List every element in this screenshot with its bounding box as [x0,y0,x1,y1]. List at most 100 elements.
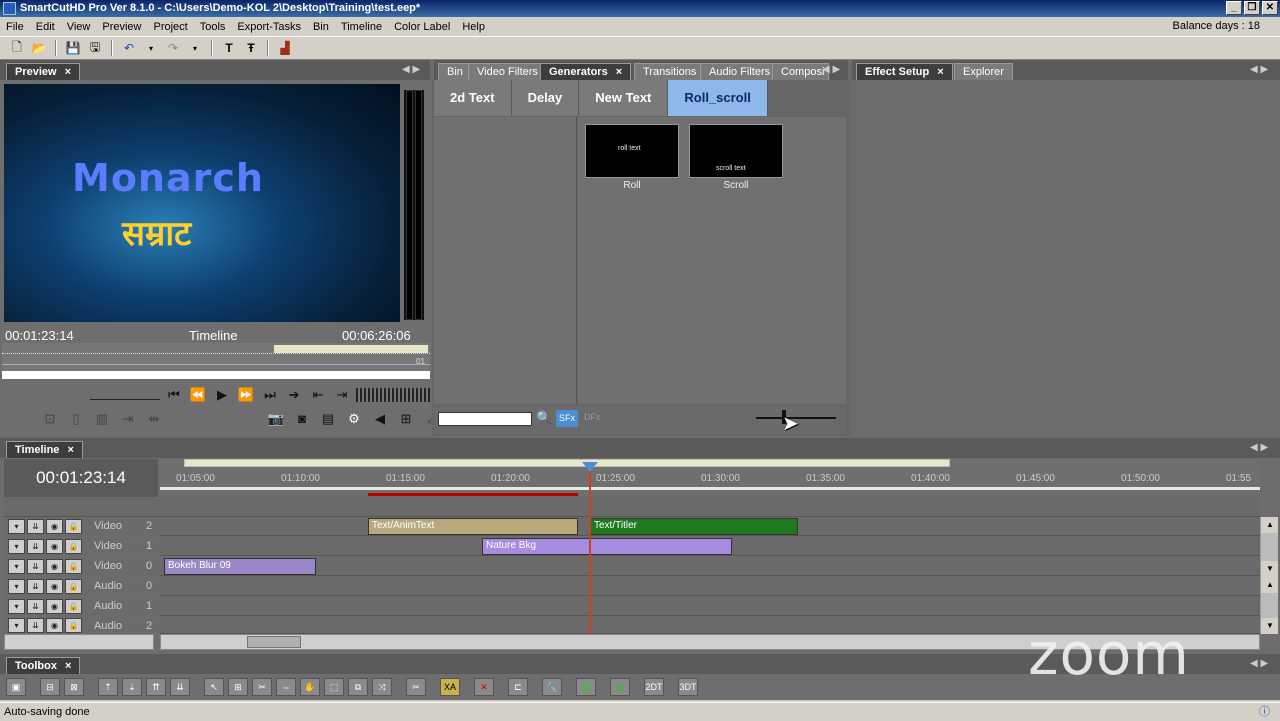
titler-2dt-button[interactable]: 2DT [644,678,664,696]
scroll-up-icon[interactable]: ▲ [1261,577,1279,593]
speaker-icon[interactable]: ◉ [46,599,63,614]
close-button[interactable]: ✕ [1262,1,1278,15]
undo-dropdown-icon[interactable]: ▾ [142,39,160,57]
menu-export-tasks[interactable]: Export-Tasks [231,21,307,33]
eye-icon[interactable]: ◉ [46,539,63,554]
lock-icon[interactable]: 🔒 [65,599,82,614]
video-mix-icon[interactable]: ▤ [610,678,630,696]
go-to-start-icon[interactable]: ⏮ [164,386,184,404]
menu-tools[interactable]: Tools [194,21,232,33]
gen-2d-text-button[interactable]: 2d Text [434,80,512,116]
lock-icon[interactable]: 🔒 [65,519,82,534]
wrench-icon[interactable]: 🔧 [542,678,562,696]
text-icon[interactable]: T [220,39,238,57]
close-icon[interactable]: × [937,66,943,78]
menu-preview[interactable]: Preview [96,21,147,33]
search-icon[interactable]: 🔍 [536,410,552,426]
timeline-zoom-slider[interactable] [4,634,154,650]
eye-icon[interactable]: ◉ [46,559,63,574]
timeline-playhead[interactable] [589,462,591,634]
tab-video-filters[interactable]: Video Filters [468,63,547,80]
export-icon[interactable]: ▟ [276,39,294,57]
clip-text-titler[interactable]: Text/Titler [590,518,798,535]
expand-icon[interactable]: ▾ [8,539,25,554]
tab-transitions[interactable]: Transitions [634,63,706,80]
scrollbar-thumb[interactable] [1261,593,1278,618]
sfx-toggle-button[interactable]: SFx [556,410,578,427]
expand-icon[interactable]: ▾ [8,519,25,534]
extract-icon[interactable]: ⇣ [122,678,142,696]
tab-nav-arrows-icon[interactable]: ◀ ▶ [1250,658,1268,669]
close-icon[interactable]: × [616,66,622,78]
menu-project[interactable]: Project [147,21,193,33]
save-all-icon[interactable]: 🖫 [86,39,104,57]
timeline-in-out-range[interactable] [184,459,950,467]
undo-icon[interactable]: ↶ [120,39,138,57]
expand-icon[interactable]: ▾ [8,618,25,633]
thumb-roll[interactable]: roll text [585,124,679,178]
tab-nav-arrows-icon[interactable]: ◀ ▶ [1250,442,1268,453]
timeline-settings-icon[interactable]: ▣ [6,678,26,696]
track-audio-1[interactable]: ▾ ⇊ ◉ 🔒 Audio 1 [4,597,1260,616]
ripple-icon[interactable]: ⇈ [146,678,166,696]
lock-icon[interactable]: 🔒 [65,618,82,633]
gen-roll-scroll-button[interactable]: Roll_scroll [668,80,768,116]
collapse-icon[interactable]: ⇊ [27,559,44,574]
overwrite-icon[interactable]: ⊠ [64,678,84,696]
expand-icon[interactable]: ▾ [8,579,25,594]
audio-tracks-scrollbar[interactable]: ▲ ▼ [1260,577,1278,634]
group-icon[interactable]: ⧉ [348,678,368,696]
timeline-ruler[interactable]: 01:05:00 01:10:00 01:15:00 01:20:00 01:2… [160,459,1260,496]
tab-composite[interactable]: Composi [772,63,830,80]
hand-tool-icon[interactable]: ✋ [300,678,320,696]
menu-help[interactable]: Help [456,21,491,33]
camera-icon[interactable]: ◙ [292,410,312,428]
settings-gear-icon[interactable]: ⚙ [344,410,364,428]
insert-icon[interactable]: ⊟ [40,678,60,696]
menu-file[interactable]: File [0,21,30,33]
clip-nature-bkg[interactable]: Nature Bkg [482,538,732,555]
audio-mix-icon[interactable]: ▤ [576,678,596,696]
fast-forward-icon[interactable]: ⏩ [236,386,256,404]
razor-icon[interactable]: ✂ [252,678,272,696]
jog-slider[interactable] [90,390,160,400]
rewind-icon[interactable]: ⏪ [188,386,208,404]
close-icon[interactable]: × [65,66,71,78]
tab-nav-arrows-icon[interactable]: ◀ ▶ [1250,64,1268,75]
expand-icon[interactable]: ▾ [8,559,25,574]
track-audio-0[interactable]: ▾ ⇊ ◉ 🔒 Audio 0 [4,577,1260,596]
slip-tool-icon[interactable]: ⇔ [276,678,296,696]
tab-preview[interactable]: Preview × [6,63,81,80]
collapse-icon[interactable]: ⇊ [27,618,44,633]
lift-icon[interactable]: ⇡ [98,678,118,696]
shuttle-wheel[interactable] [356,388,430,402]
menu-color-label[interactable]: Color Label [388,21,456,33]
menu-timeline[interactable]: Timeline [335,21,388,33]
preview-scrub-bar[interactable]: 01 [2,343,430,379]
dfx-toggle-button[interactable]: DFx [584,412,601,422]
snapshot-icon[interactable]: 📷 [266,410,286,428]
next-edit-icon[interactable]: ➔ [284,386,304,404]
volume-icon[interactable]: ◀ [370,410,390,428]
close-icon[interactable]: × [67,444,73,456]
gen-new-text-button[interactable]: New Text [579,80,669,116]
scrollbar-thumb[interactable] [1261,533,1278,561]
tab-timeline[interactable]: Timeline × [6,441,83,458]
marquee-icon[interactable]: ⬚ [324,678,344,696]
collapse-icon[interactable]: ⇊ [27,599,44,614]
track-video-1[interactable]: ▾ ⇊ ◉ 🔒 Video 1 Nature Bkg [4,537,1260,556]
lock-icon[interactable]: 🔒 [65,539,82,554]
tab-bin[interactable]: Bin [438,63,472,80]
tab-toolbox[interactable]: Toolbox × [6,657,81,674]
go-to-end-icon[interactable]: ⏭ [260,386,280,404]
collapse-icon[interactable]: ⇊ [27,579,44,594]
info-icon[interactable]: ⓘ [1259,703,1270,721]
thumb-scroll[interactable]: scroll text [689,124,783,178]
printer-icon[interactable]: ▤ [318,410,338,428]
playhead-handle-icon[interactable] [582,462,598,472]
titler-3dt-button[interactable]: 3DT [678,678,698,696]
tab-nav-arrows-icon[interactable]: ◀ ▶ [402,64,420,75]
delete-icon[interactable]: ✕ [474,678,494,696]
tab-audio-filters[interactable]: Audio Filters [700,63,780,80]
shuffle-icon[interactable]: ⤨ [372,678,392,696]
